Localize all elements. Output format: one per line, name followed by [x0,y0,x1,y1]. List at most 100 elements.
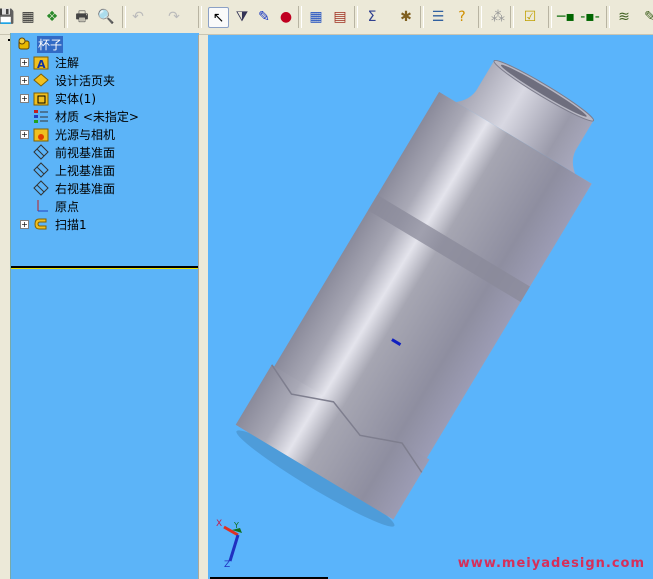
cup-model [235,59,595,527]
tree-item[interactable]: + A 注解 [11,53,199,71]
toolbar-separator [548,6,552,28]
expand-icon[interactable]: + [20,219,29,229]
orientation-triad: X Y Z [216,519,242,567]
list-icon: ☰ [431,9,445,25]
rollback-bar[interactable] [11,266,199,269]
tree-item[interactable]: + 光源与相机 [11,125,199,143]
more-icon: ✎ [644,9,653,25]
part-icon [16,36,32,52]
expand-icon[interactable]: + [20,57,29,67]
origin-icon [33,198,49,214]
expand-icon[interactable]: + [20,129,29,139]
tree-item-label: 实体(1) [55,91,96,106]
help-button[interactable]: ? [452,7,472,27]
watermark: www.meiyadesign.com [457,556,645,571]
options-icon: ▦ [21,9,35,25]
options-button[interactable]: ▦ [18,7,38,27]
print-preview-button[interactable]: 🔍 [96,7,116,27]
measure-button[interactable]: ✱ [396,7,416,27]
toolbar-separator [122,6,126,28]
check-button[interactable]: ☑ [520,7,540,27]
annotations-folder-icon: A [33,54,49,70]
print-icon: 🖶 [75,9,89,25]
undo-icon: ↶ [132,9,144,25]
save-button[interactable]: 💾 [0,7,16,27]
design-binder-icon [33,72,49,88]
tree-item[interactable]: + 扫描1 [11,215,199,233]
triad-y-label: Y [233,521,239,530]
tree-item-label: 前视基准面 [55,145,116,160]
toolbar-separator [478,6,482,28]
assembly-icon: ⁂ [491,9,505,25]
mate1-button[interactable]: ─▪ [556,7,576,27]
plane-icon [33,162,49,178]
more-button[interactable]: ✎ [640,7,653,27]
triad-z-label: Z [224,560,230,567]
assembly-button[interactable]: ⁂ [488,7,508,27]
tree-root-label: 杯子 [37,35,64,53]
lights-cameras-folder-icon [33,126,49,142]
layers-icon: ≋ [618,9,630,25]
expand-icon[interactable]: + [20,93,29,103]
measure-icon: ✱ [400,9,412,25]
tree-item-label: 注解 [55,55,80,70]
file-properties-button[interactable]: ❖ [42,7,62,27]
plane-icon [33,144,49,160]
file-properties-icon: ❖ [45,9,59,25]
tree-root-part[interactable]: 杯子 [11,35,199,53]
tree-item-label: 光源与相机 [55,127,116,142]
mate2-button[interactable]: -▪- [580,7,600,27]
toolbar-separator [354,6,358,28]
edit-color-button[interactable]: ▦ [306,7,326,27]
plane-icon [33,180,49,196]
tree-item-label: 设计活页夹 [55,73,116,88]
toolbar-separator [606,6,610,28]
help-icon: ? [458,9,466,25]
redo-icon: ↷ [168,9,180,25]
sketch-button[interactable]: ✎ [254,7,274,27]
tree-item[interactable]: + 实体(1) [11,89,199,107]
tree-item[interactable]: 前视基准面 [11,143,199,161]
selection-filter-button[interactable]: ⧩ [232,7,252,27]
svg-text:A: A [37,58,46,70]
tree-item-label: 原点 [55,199,80,214]
color-palette-icon: ▦ [309,9,323,25]
brick-texture-icon: ▤ [333,9,347,25]
layers-button[interactable]: ≋ [614,7,634,27]
tree-item[interactable]: 右视基准面 [11,179,199,197]
expand-icon[interactable]: + [20,75,29,85]
model-view [235,59,595,527]
traffic-light-icon: ● [279,9,293,25]
rebuild-button[interactable]: ● [276,7,296,27]
tree-item[interactable]: 材质 <未指定> [11,107,199,125]
print-button[interactable]: 🖶 [72,7,92,27]
check-list-icon: ☑ [523,9,537,25]
mate-icon: ─▪ [557,9,575,25]
print-preview-icon: 🔍 [97,9,115,25]
toolbar-separator [420,6,424,28]
standard-toolbar: 💾 ▦ ❖ 🖶 🔍 ↶ ↷ ↖ ⧩ ✎ ● ▦ ▤ Σ ✱ ☰? ⁂ ☑ ─▪ -▪- ≋ ✎ [0,0,653,35]
properties-button[interactable]: ☰ [428,7,448,27]
triad-x-label: X [216,519,222,529]
tree-item-label: 扫描1 [55,217,87,232]
filter-icon: ⧩ [235,9,249,25]
tree-item[interactable]: 原点 [11,197,199,215]
tree-item[interactable]: + 设计活页夹 [11,71,199,89]
tree-item[interactable]: 上视基准面 [11,161,199,179]
equations-button[interactable]: Σ [362,7,382,27]
redo-button[interactable]: ↷ [164,7,184,27]
toolbar-separator [510,6,514,28]
mate-icon: -▪- [580,9,600,25]
select-cursor-icon: ↖ [212,9,225,26]
tree-item-label: 右视基准面 [55,181,116,196]
toolbar-separator [198,6,202,28]
save-icon: 💾 [0,9,15,25]
solid-bodies-folder-icon [33,90,49,106]
tree-item-label: 材质 <未指定> [55,109,139,124]
graphics-area[interactable]: X Y Z www.meiyadesign.com [208,35,653,579]
undo-button[interactable]: ↶ [128,7,148,27]
sweep-icon [33,216,49,232]
edit-texture-button[interactable]: ▤ [330,7,350,27]
sketch-icon: ✎ [258,9,270,25]
select-button[interactable]: ↖ [208,7,229,28]
